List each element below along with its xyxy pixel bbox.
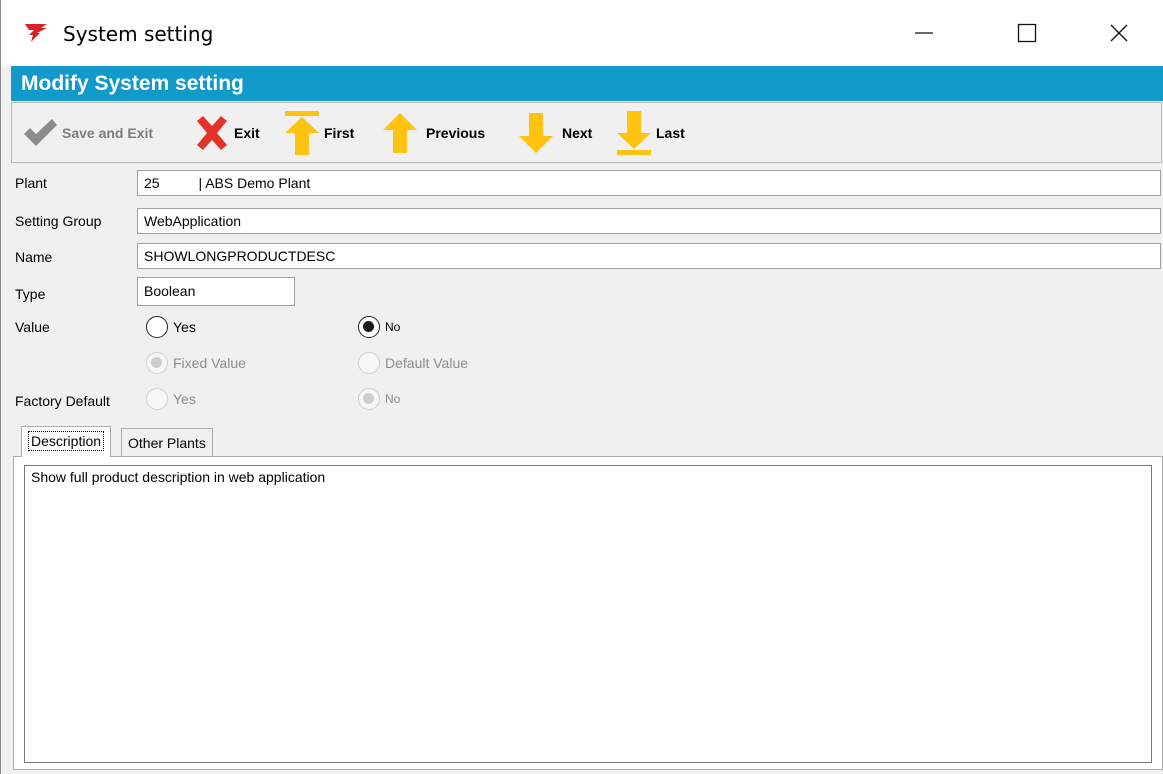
default-value-label: Default Value	[385, 355, 469, 371]
setting-group-field[interactable]: WebApplication	[137, 208, 1161, 234]
window-title: System setting	[63, 22, 214, 46]
type-field[interactable]: Boolean	[137, 277, 295, 306]
description-textarea[interactable]: Show full product description in web app…	[24, 465, 1152, 763]
value-yes-label: Yes	[173, 319, 196, 335]
type-label: Type	[15, 286, 46, 302]
plant-label: Plant	[15, 175, 47, 191]
exit-label: Exit	[234, 124, 260, 141]
first-record-icon	[285, 110, 319, 155]
name-field[interactable]: SHOWLONGPRODUCTDESC	[137, 243, 1161, 269]
fixed-value-radio[interactable]: Fixed Value	[146, 352, 246, 374]
first-button[interactable]: First	[284, 103, 354, 162]
radio-checked-disabled-icon	[358, 388, 380, 410]
next-label: Next	[562, 124, 593, 141]
name-label: Name	[15, 249, 53, 265]
factory-yes-label: Yes	[173, 391, 196, 407]
arrow-down-icon	[519, 112, 553, 153]
factory-no-radio[interactable]: No	[358, 388, 400, 410]
previous-button[interactable]: Previous	[382, 103, 485, 162]
radio-checked-disabled-icon	[146, 352, 168, 374]
tab-description[interactable]: Description	[21, 426, 112, 457]
page-title: Modify System setting	[11, 66, 1163, 101]
value-no-radio[interactable]: No	[358, 316, 400, 338]
value-no-label: No	[385, 320, 401, 334]
maximize-button[interactable]	[981, 0, 1073, 66]
last-button[interactable]: Last	[616, 103, 685, 162]
minimize-icon	[915, 32, 933, 34]
radio-checked-icon	[358, 316, 380, 338]
maximize-icon	[1017, 23, 1037, 43]
tab-other-plants[interactable]: Other Plants	[121, 428, 213, 456]
last-label: Last	[656, 124, 685, 141]
checkmark-icon	[24, 118, 57, 146]
close-button[interactable]	[1073, 0, 1163, 66]
exit-button[interactable]: Exit	[194, 103, 260, 162]
plant-field[interactable]: 25 | ABS Demo Plant	[137, 170, 1161, 196]
save-and-exit-button[interactable]: Save and Exit	[22, 103, 153, 162]
previous-label: Previous	[426, 124, 486, 141]
exit-x-icon	[197, 115, 227, 150]
app-logo-icon	[25, 24, 47, 42]
arrow-up-icon	[383, 112, 417, 153]
close-icon	[1110, 24, 1128, 42]
value-yes-radio[interactable]: Yes	[146, 316, 196, 338]
description-tab-panel: Show full product description in web app…	[13, 456, 1163, 770]
radio-unchecked-disabled-icon	[146, 388, 168, 410]
radio-unchecked-disabled-icon	[358, 352, 380, 374]
save-and-exit-label: Save and Exit	[62, 124, 154, 141]
value-label: Value	[15, 319, 50, 335]
title-bar: System setting	[1, 0, 1163, 66]
factory-no-label: No	[385, 392, 401, 406]
fixed-value-label: Fixed Value	[173, 355, 246, 371]
first-label: First	[324, 124, 355, 141]
factory-default-label: Factory Default	[15, 393, 110, 409]
setting-group-label: Setting Group	[15, 213, 102, 229]
system-setting-window: System setting Modify System setting Sav…	[0, 0, 1163, 774]
default-value-radio[interactable]: Default Value	[358, 352, 468, 374]
minimize-button[interactable]	[878, 0, 970, 66]
toolbar: Save and Exit Exit First Previous Next L…	[11, 102, 1162, 163]
next-button[interactable]: Next	[518, 103, 592, 162]
factory-yes-radio[interactable]: Yes	[146, 388, 196, 410]
last-record-icon	[617, 110, 651, 155]
radio-unchecked-icon	[146, 316, 168, 338]
